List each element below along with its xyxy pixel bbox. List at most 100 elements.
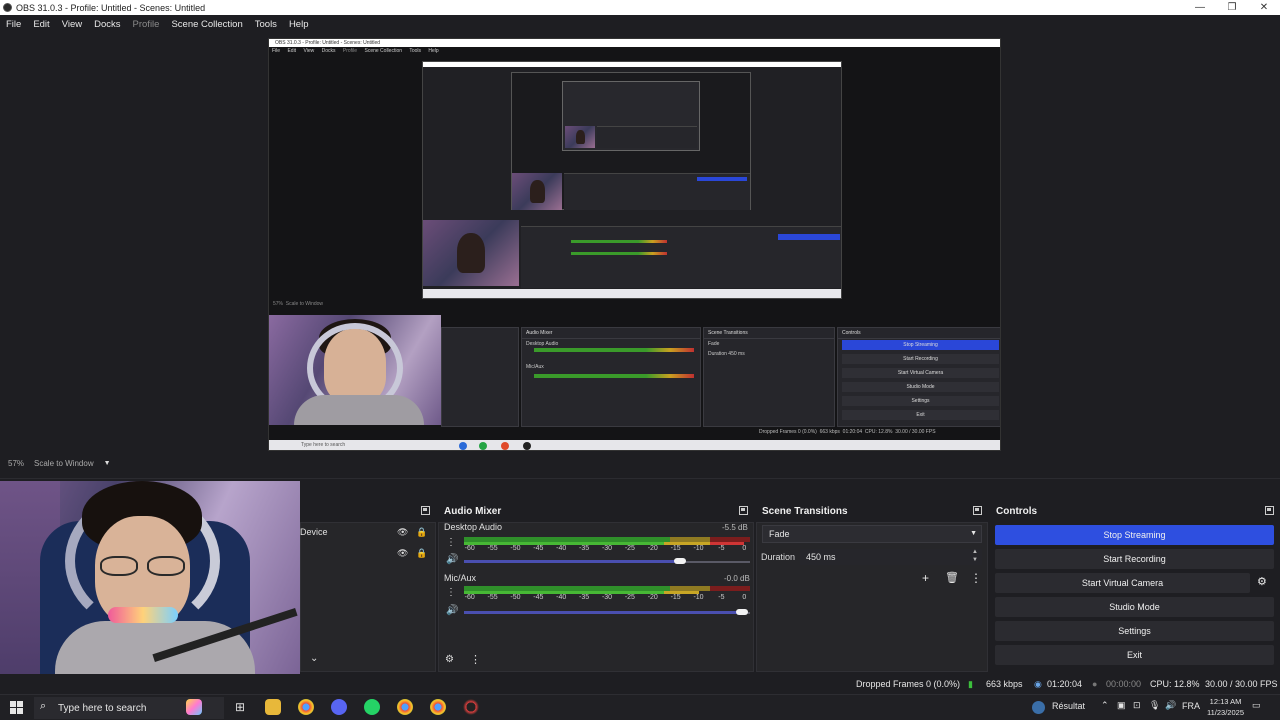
transition-select[interactable]: Fade ▼ <box>762 525 982 543</box>
spin-arrows-icon[interactable]: ▲ ▼ <box>972 548 978 564</box>
nested-controls: Controls Stop Streaming Start Recording … <box>837 327 1000 427</box>
menu-file[interactable]: File <box>6 19 21 30</box>
gear-icon[interactable]: ⚙ <box>1257 575 1267 588</box>
nested-time: 01:20:04 <box>842 429 863 435</box>
speaker-icon[interactable]: 🔊 <box>446 605 458 616</box>
chevron-down-icon[interactable]: ⌄ <box>310 653 318 664</box>
nested-preview-level-2 <box>422 61 842 299</box>
discord-icon[interactable] <box>331 699 347 715</box>
nested-scale-mode: Scale to Window <box>285 301 324 307</box>
menu-help[interactable]: Help <box>289 19 309 30</box>
scene-transitions-title: Scene Transitions <box>762 505 848 517</box>
tray-icon[interactable]: ▣ <box>1117 700 1126 711</box>
windows-start-icon[interactable] <box>10 701 23 714</box>
nested-webcam-large <box>269 315 441 425</box>
signal-icon: ▮ <box>968 679 973 689</box>
nested-menu-item: View <box>303 48 315 54</box>
source-item[interactable]: Device 👁 🔒 <box>300 523 434 541</box>
whatsapp-icon[interactable] <box>364 699 380 715</box>
program-preview[interactable]: OBS 31.0.3 - Profile: Untitled - Scenes:… <box>268 38 1001 451</box>
speaker-icon[interactable]: 🔊 <box>446 554 458 565</box>
eye-icon[interactable]: 👁 <box>397 527 408 538</box>
mic-aux-volume-knob[interactable] <box>736 609 748 615</box>
menu-edit[interactable]: Edit <box>33 19 49 30</box>
duration-input[interactable]: 450 ms ▲ ▼ <box>800 549 982 565</box>
microphone-icon[interactable]: 🎙 <box>1149 700 1160 711</box>
studio-mode-button[interactable]: Studio Mode <box>995 597 1274 617</box>
controls-title: Controls <box>996 505 1038 517</box>
chrome-icon[interactable] <box>298 699 314 715</box>
advanced-audio-icon[interactable]: ⚙ <box>445 654 454 665</box>
obs-logo-icon <box>3 3 12 12</box>
chevron-up-icon[interactable]: ⌃ <box>1101 700 1109 711</box>
chevron-down-icon[interactable]: ▼ <box>104 460 111 467</box>
scale-mode-select[interactable]: Scale to Window <box>34 459 94 468</box>
copilot-icon[interactable] <box>186 699 202 715</box>
obs-icon[interactable] <box>463 699 479 715</box>
more-options-icon[interactable]: ⋮ <box>970 571 982 585</box>
lock-icon[interactable]: 🔒 <box>416 527 427 538</box>
nested-duration-value: 450 ms <box>728 351 745 357</box>
trash-icon[interactable]: 🗑 <box>945 571 959 584</box>
start-virtual-camera-button[interactable]: Start Virtual Camera <box>995 573 1250 593</box>
settings-button[interactable]: Settings <box>995 621 1274 641</box>
nested-studio-mode: Studio Mode <box>842 382 999 392</box>
float-dock-icon[interactable] <box>421 506 430 515</box>
lock-icon[interactable]: 🔒 <box>416 548 427 559</box>
start-recording-button[interactable]: Start Recording <box>995 549 1274 569</box>
record-time: 00:00:00 <box>1106 679 1142 689</box>
clock-time: 12:13 AM <box>1209 697 1242 706</box>
nested-controls-title: Controls <box>838 328 1000 339</box>
source-item[interactable]: 👁 🔒 <box>300 544 434 562</box>
fps: 30.00 / 30.00 FPS <box>1205 679 1278 689</box>
restore-icon[interactable]: ❐ <box>1216 0 1248 15</box>
stop-streaming-button[interactable]: Stop Streaming <box>995 525 1274 545</box>
close-icon[interactable]: ✕ <box>1248 0 1280 15</box>
float-dock-icon[interactable] <box>739 506 748 515</box>
nested-dropped: Dropped Frames 0 (0.0%) <box>759 429 817 435</box>
divider <box>0 478 1280 479</box>
nested-mic-aux: Mic/Aux <box>526 364 544 370</box>
clock[interactable]: 12:13 AM 11/23/2025 <box>1207 696 1244 718</box>
nested-menu-item: Profile <box>342 48 358 54</box>
task-view-icon[interactable]: ⊞ <box>232 699 248 715</box>
chrome-icon[interactable] <box>397 699 413 715</box>
menu-bar: File Edit View Docks Profile Scene Colle… <box>0 15 1280 33</box>
language-indicator[interactable]: FRA <box>1182 701 1200 711</box>
nested-taskbar <box>423 289 841 298</box>
source-item-label: Device <box>300 527 328 537</box>
float-dock-icon[interactable] <box>973 506 982 515</box>
more-options-icon[interactable]: ⋮ <box>446 537 456 548</box>
float-dock-icon[interactable] <box>1265 506 1274 515</box>
nested-fade: Fade <box>708 341 720 347</box>
menu-profile[interactable]: Profile <box>133 19 160 30</box>
bitrate: 663 kbps <box>986 679 1023 689</box>
network-icon[interactable]: ⊡ <box>1133 700 1141 711</box>
eye-icon[interactable]: 👁 <box>397 548 408 559</box>
meter-ticks: -60 -55 -50 -45 -40 -35 -30 -25 -20 -15 … <box>464 545 747 552</box>
exit-button[interactable]: Exit <box>995 645 1274 665</box>
status-bar: Dropped Frames 0 (0.0%) ▮ 663 kbps ◉ 01:… <box>0 674 1280 694</box>
mic-aux-meter: -60 -55 -50 -45 -40 -35 -30 -25 -20 -15 … <box>464 586 750 601</box>
result-label[interactable]: Résultat <box>1052 701 1085 711</box>
more-options-icon[interactable]: ⋮ <box>470 653 481 666</box>
nested-zoom: 57% <box>273 301 284 307</box>
volume-icon[interactable]: 🔊 <box>1165 700 1176 711</box>
add-transition-icon[interactable]: + <box>922 571 929 585</box>
zoom-level: 57% <box>8 458 25 468</box>
more-options-icon[interactable]: ⋮ <box>446 587 456 598</box>
menu-tools[interactable]: Tools <box>255 19 277 30</box>
minimize-icon[interactable]: — <box>1184 0 1216 15</box>
weather-icon[interactable] <box>1032 701 1045 714</box>
file-explorer-icon[interactable] <box>265 699 281 715</box>
stream-icon: ◉ <box>1034 679 1042 689</box>
desktop-audio-volume-knob[interactable] <box>674 558 686 564</box>
chrome-icon[interactable] <box>430 699 446 715</box>
duration-label: Duration <box>761 552 796 562</box>
menu-view[interactable]: View <box>62 19 82 30</box>
nested-zoom-status: 57% Scale to Window <box>273 301 323 307</box>
nested-sources-dock <box>441 327 519 427</box>
menu-docks[interactable]: Docks <box>94 19 120 30</box>
notification-icon[interactable]: ▭ <box>1252 700 1261 711</box>
menu-scene-collection[interactable]: Scene Collection <box>171 19 242 30</box>
